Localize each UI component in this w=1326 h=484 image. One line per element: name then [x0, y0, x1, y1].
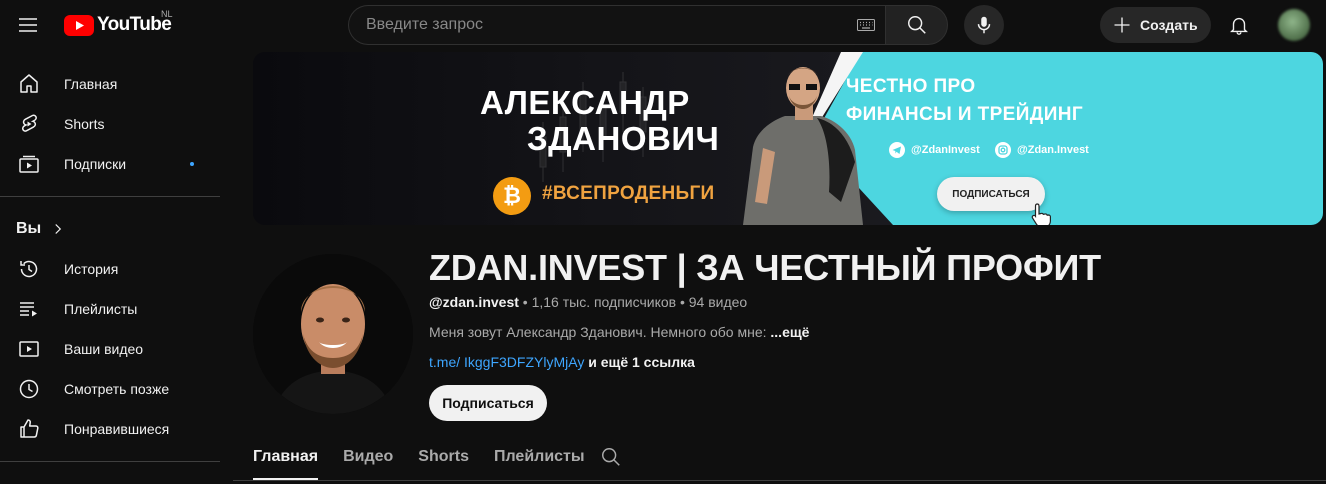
channel-description[interactable]: Меня зовут Александр Зданович. Немного о… — [429, 324, 809, 340]
shorts-icon — [21, 114, 37, 132]
account-avatar[interactable] — [1278, 9, 1310, 41]
sidebar-item-label: Подписки — [64, 156, 127, 172]
guide-menu-button[interactable] — [8, 5, 48, 45]
subscriptions-icon — [19, 155, 39, 173]
hamburger-icon — [19, 18, 37, 32]
new-content-dot — [190, 162, 194, 166]
you-label: Вы — [16, 220, 42, 237]
search-input[interactable] — [349, 16, 829, 34]
banner-name-line2: ЗДАНОВИЧ — [527, 120, 720, 157]
tab-shorts[interactable]: Shorts — [418, 436, 469, 480]
create-button[interactable]: Создать — [1100, 7, 1211, 43]
sidebar-item-home[interactable]: Главная — [4, 64, 224, 104]
sidebar-item-playlists[interactable]: Плейлисты — [4, 289, 224, 329]
search-icon — [907, 16, 926, 34]
instagram-icon — [995, 142, 1011, 158]
instagram-handle: @Zdan.Invest — [1017, 144, 1089, 156]
sidebar-item-label: История — [64, 261, 119, 277]
sidebar-item-label: Плейлисты — [64, 301, 138, 317]
your-videos-icon — [19, 341, 39, 357]
sidebar-item-label: Смотреть позже — [64, 381, 170, 397]
playlists-icon — [20, 302, 37, 317]
telegram-icon — [889, 142, 905, 158]
youtube-play-icon — [64, 14, 94, 36]
sidebar-you-header[interactable]: Вы — [0, 209, 232, 249]
keyboard-icon[interactable] — [857, 18, 875, 32]
banner-instagram: @Zdan.Invest — [995, 142, 1089, 158]
sidebar-item-label: Главная — [64, 76, 118, 92]
banner-hashtag: #ВСЕПРОДЕНЬГИ — [542, 183, 715, 204]
search-box — [348, 5, 885, 45]
sidebar-item-label: Ваши видео — [64, 341, 144, 357]
plus-icon — [1114, 17, 1130, 33]
sidebar-item-shorts[interactable]: Shorts — [4, 104, 224, 144]
home-icon — [20, 74, 38, 93]
channel-links: t.me/ IkggF3DFZYlyMjAy и ещё 1 ссылка — [429, 354, 695, 370]
banner-name-line1: АЛЕКСАНДР — [480, 84, 690, 121]
sidebar-divider — [0, 461, 220, 462]
channel-link-telegram[interactable]: t.me/ IkggF3DFZYlyMjAy — [429, 354, 584, 370]
microphone-icon — [977, 16, 991, 34]
history-icon — [20, 260, 38, 278]
bell-icon — [1230, 17, 1248, 35]
channel-avatar[interactable] — [253, 254, 413, 414]
watch-later-icon — [19, 379, 39, 399]
create-label: Создать — [1140, 17, 1198, 33]
sidebar: Главная Shorts Подписки Вы История Плейл… — [0, 56, 232, 474]
region-code: NL — [161, 9, 173, 19]
sidebar-item-your-videos[interactable]: Ваши видео — [4, 329, 224, 369]
channel-tabs: Главная Видео Shorts Плейлисты — [253, 436, 620, 484]
search-button[interactable] — [885, 5, 948, 45]
banner-telegram: @ZdanInvest — [889, 142, 980, 158]
tab-videos[interactable]: Видео — [343, 436, 393, 480]
tabs-divider — [233, 480, 1326, 481]
sidebar-item-history[interactable]: История — [4, 249, 224, 289]
channel-stats: • 1,16 тыс. подписчиков • 94 видео — [518, 294, 748, 310]
hand-cursor-icon — [1031, 203, 1051, 225]
thumbs-up-icon — [20, 419, 39, 438]
telegram-handle: @ZdanInvest — [911, 144, 980, 156]
channel-avatar-photo — [253, 254, 413, 414]
chevron-right-icon — [55, 224, 62, 234]
more-links-button[interactable]: и ещё 1 ссылка — [584, 354, 695, 370]
notifications-button[interactable] — [1219, 5, 1259, 45]
channel-handle: @zdan.invest — [429, 294, 519, 310]
description-text: Меня зовут Александр Зданович. Немного о… — [429, 324, 771, 340]
subscribe-button[interactable]: Подписаться — [429, 385, 547, 421]
channel-meta: @zdan.invest • 1,16 тыс. подписчиков • 9… — [429, 294, 747, 310]
top-bar: YouTube NL Создать — [0, 0, 1326, 50]
sidebar-item-label: Понравившиеся — [64, 421, 170, 437]
tab-playlists[interactable]: Плейлисты — [494, 436, 585, 480]
channel-banner: АЛЕКСАНДР ЗДАНОВИЧ ₿ #ВСЕПРОДЕНЬГИ ЧЕСТН… — [253, 52, 1323, 225]
banner-headline-line1: ЧЕСТНО ПРО — [846, 76, 976, 97]
sidebar-item-label: Shorts — [64, 116, 105, 132]
youtube-logo[interactable]: YouTube — [64, 13, 172, 37]
bitcoin-icon: ₿ — [493, 177, 531, 215]
banner-headline-line2: ФИНАНСЫ И ТРЕЙДИНГ — [846, 104, 1084, 125]
tab-home[interactable]: Главная — [253, 436, 319, 480]
sidebar-item-subscriptions[interactable]: Подписки — [4, 144, 224, 184]
sidebar-item-watch-later[interactable]: Смотреть позже — [4, 369, 224, 409]
channel-search-icon[interactable] — [600, 446, 622, 468]
sidebar-item-liked[interactable]: Понравившиеся — [4, 409, 224, 449]
channel-title: ZDAN.INVEST | ЗА ЧЕСТНЫЙ ПРОФИТ — [429, 247, 1101, 288]
sidebar-divider — [0, 196, 220, 197]
voice-search-button[interactable] — [964, 5, 1004, 45]
description-more-link[interactable]: ...ещё — [770, 324, 809, 340]
